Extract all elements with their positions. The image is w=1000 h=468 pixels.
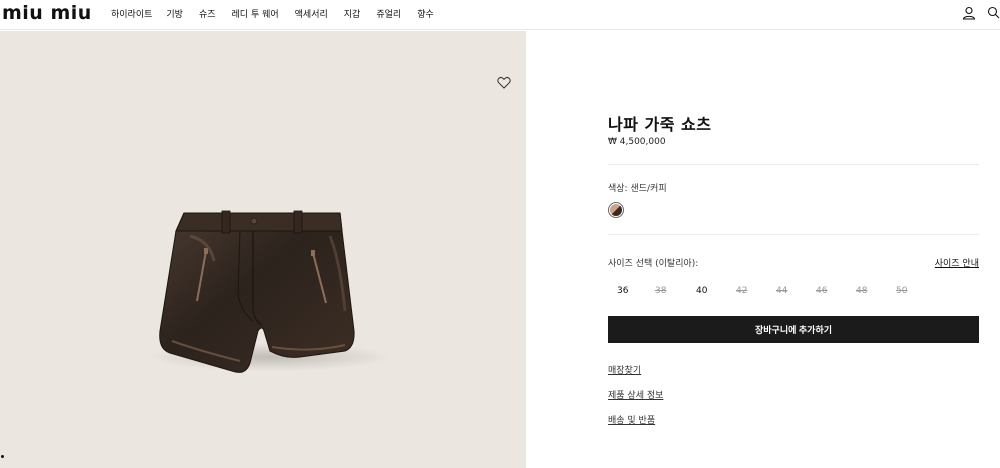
size-option-44[interactable]: 44: [776, 286, 787, 296]
product-price: ₩ 4,500,000: [608, 137, 666, 147]
product-details-link[interactable]: 제품 상세 정보: [608, 388, 663, 401]
pagination-dot-active[interactable]: [1, 455, 4, 458]
divider: [608, 234, 979, 235]
product-title: 나파 가죽 쇼츠: [608, 115, 712, 134]
divider: [608, 164, 979, 165]
main-nav: 하이라이트 기방 슈즈 레디 투 웨어 액세서리 지갑 쥬얼리 향수: [111, 0, 450, 26]
search-icon[interactable]: [986, 5, 1000, 21]
add-to-cart-button[interactable]: 장바구니에 추가하기: [608, 316, 979, 343]
nav-item-ready-to-wear[interactable]: 레디 투 웨어: [232, 7, 279, 20]
nav-item-wallets[interactable]: 지갑: [344, 7, 361, 20]
size-option-46[interactable]: 46: [816, 286, 827, 296]
size-option-42[interactable]: 42: [736, 286, 747, 296]
nav-item-accessories[interactable]: 액세서리: [295, 7, 328, 20]
color-label: 색상: 샌드/커피: [608, 184, 667, 194]
size-guide-link[interactable]: 사이즈 안내: [935, 256, 979, 269]
brand-logo[interactable]: miu miu: [2, 2, 97, 24]
size-option-36[interactable]: 36: [617, 286, 628, 296]
product-info: 나파 가죽 쇼츠 ₩ 4,500,000 색상: 샌드/커피 사이즈 선택 (이…: [608, 0, 979, 468]
size-select-label: 사이즈 선택 (이탈리아):: [608, 259, 699, 269]
nav-item-shoes[interactable]: 슈즈: [199, 7, 216, 20]
size-option-40[interactable]: 40: [696, 286, 707, 296]
color-swatch[interactable]: [608, 202, 624, 218]
product-image: [150, 210, 390, 373]
nav-item-highlights[interactable]: 하이라이트: [111, 7, 152, 20]
shipping-returns-link[interactable]: 배송 및 반품: [608, 413, 655, 426]
nav-item-jewelry[interactable]: 쥬얼리: [376, 7, 401, 20]
store-locator-link[interactable]: 매장찾기: [608, 363, 641, 376]
size-option-48[interactable]: 48: [856, 286, 867, 296]
heart-icon[interactable]: [497, 76, 511, 89]
product-image-panel: [0, 31, 526, 468]
size-option-50[interactable]: 50: [896, 286, 907, 296]
nav-item-bags[interactable]: 기방: [166, 7, 183, 20]
nav-item-fragrance[interactable]: 향수: [417, 7, 434, 20]
size-option-38[interactable]: 38: [655, 286, 666, 296]
